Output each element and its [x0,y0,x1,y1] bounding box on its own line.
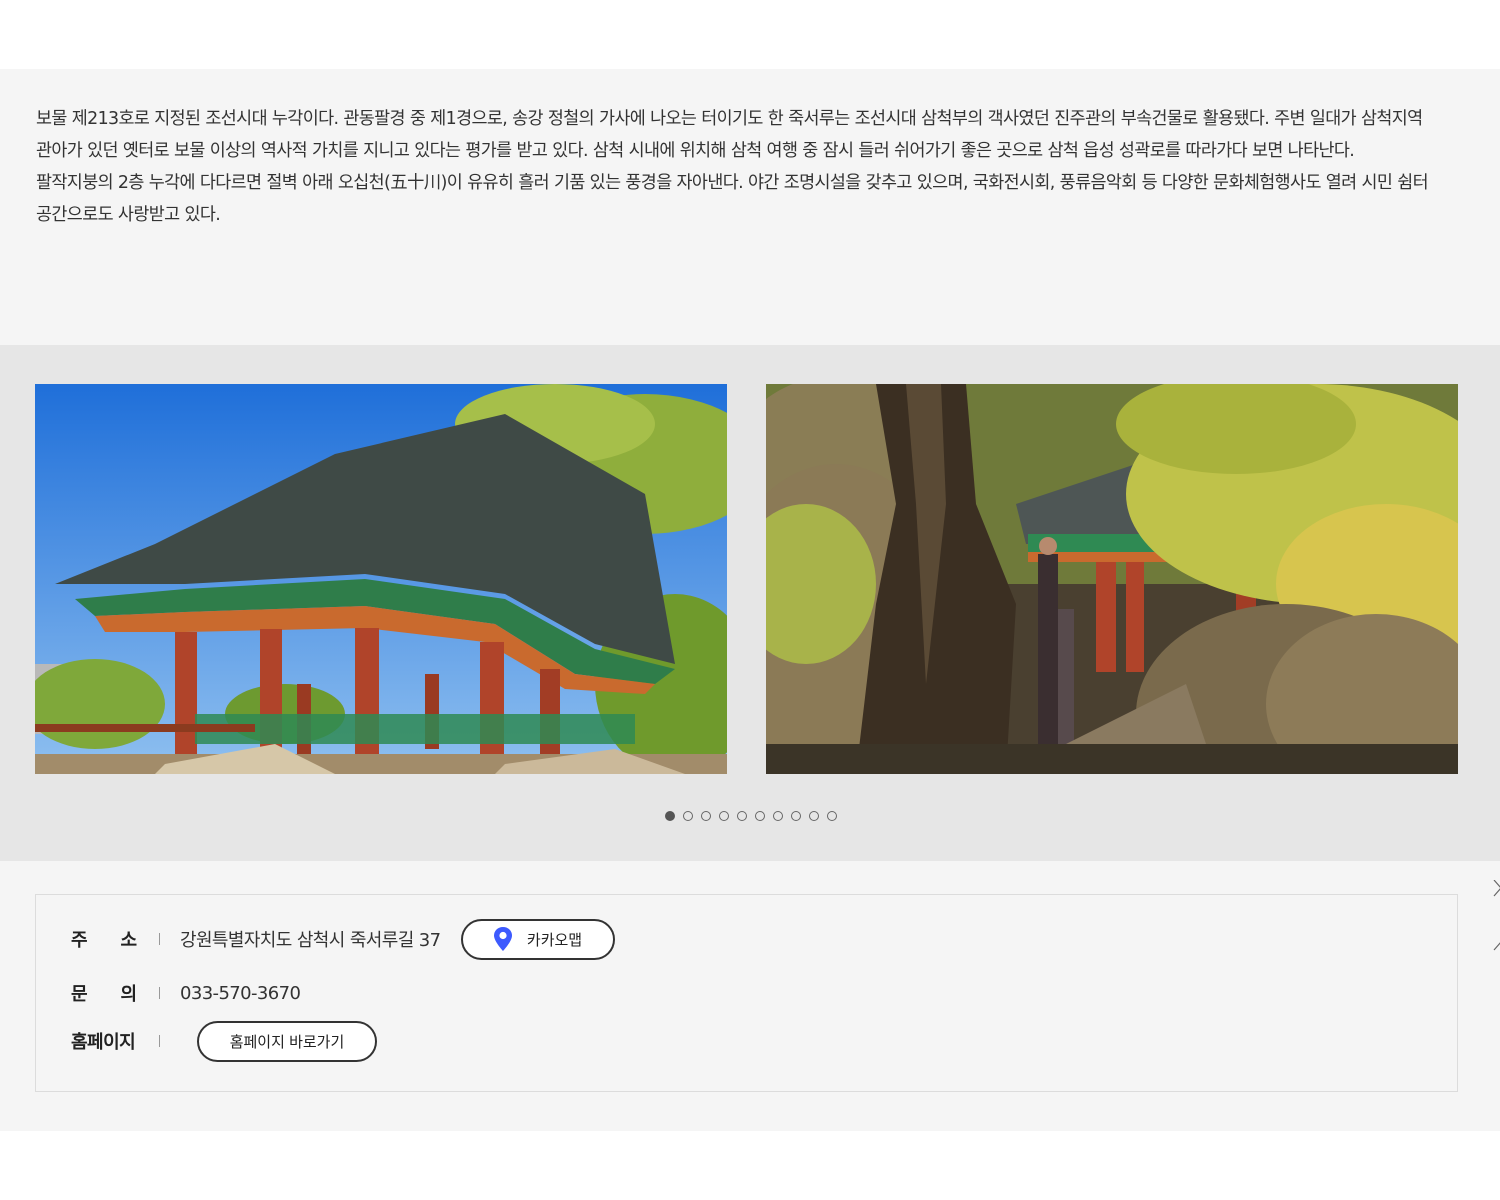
homepage-row: 홈페이지 홈페이지 바로가기 [71,1020,377,1062]
description-line-2: 관아가 있던 옛터로 보물 이상의 역사적 가치를 지니고 있다는 평가를 받고… [36,141,1355,161]
description-line-3: 팔작지붕의 2층 누각에 다다르면 절벽 아래 오십천(五十川)이 유유히 흘러… [36,173,1429,193]
carousel-dot-6[interactable] [755,811,765,821]
carousel-dot-7[interactable] [773,811,783,821]
carousel-dot-3[interactable] [701,811,711,821]
homepage-label: 홈페이지 [71,1032,136,1053]
rocks-autumn-photo [766,384,1458,774]
carousel-dot-1[interactable] [665,811,675,821]
phone-value: 033-570-3670 [180,982,301,1004]
carousel-dot-5[interactable] [737,811,747,821]
carousel-dot-2[interactable] [683,811,693,821]
phone-label: 문 의 [71,980,137,1006]
description-section: 보물 제213호로 지정된 조선시대 누각이다. 관동팔경 중 제1경으로, 송… [0,69,1500,345]
chevron-right-icon[interactable] [1492,880,1500,960]
info-box: 주 소 강원특별자치도 삼척시 죽서루길 37 카카오맵 문 의 033-570… [35,894,1458,1092]
location-pin-icon [493,927,512,951]
address-label-char-2: 소 [120,930,137,951]
pavilion-photo [35,384,727,774]
kakao-map-label: 카카오맵 [526,931,583,949]
photo-gallery[interactable] [0,345,1500,951]
address-value: 강원특별자치도 삼척시 죽서루길 37 [180,930,441,951]
phone-row: 문 의 033-570-3670 [71,972,301,1014]
top-spacer [0,0,1500,69]
gallery-slide-pavilion[interactable] [35,384,727,774]
address-label-char-1: 주 [71,930,88,951]
description-line-1: 보물 제213호로 지정된 조선시대 누각이다. 관동팔경 중 제1경으로, 송… [36,109,1423,129]
carousel-dot-4[interactable] [719,811,729,821]
info-section: 주 소 강원특별자치도 삼척시 죽서루길 37 카카오맵 문 의 033-570… [0,861,1500,1131]
carousel-dot-8[interactable] [791,811,801,821]
bottom-spacer [0,1131,1500,1200]
kakao-map-button[interactable]: 카카오맵 [460,918,615,960]
phone-label-char-1: 문 [71,984,88,1005]
divider [159,987,160,999]
carousel-dot-10[interactable] [827,811,837,821]
homepage-link-button[interactable]: 홈페이지 바로가기 [197,1020,377,1062]
address-row: 주 소 강원특별자치도 삼척시 죽서루길 37 카카오맵 [71,918,615,960]
description-line-4: 공간으로도 사랑받고 있다. [36,205,221,225]
divider [159,1035,160,1047]
phone-label-char-2: 의 [120,984,137,1005]
divider [159,933,160,945]
carousel-pagination [0,811,1500,823]
gallery-slide-rocks[interactable] [766,384,1458,774]
carousel-dot-9[interactable] [809,811,819,821]
address-label: 주 소 [71,926,137,952]
